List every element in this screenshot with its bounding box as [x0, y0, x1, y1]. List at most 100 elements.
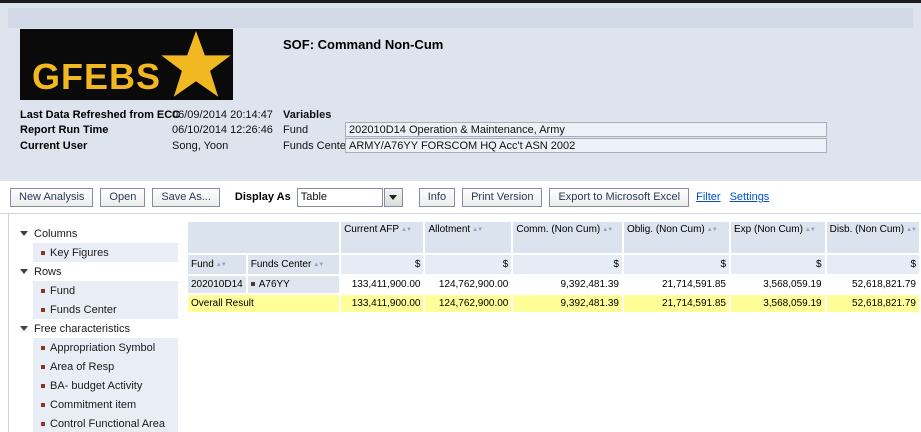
column-header-allotment[interactable]: Allotment ▲▼: [425, 222, 512, 253]
value-cell: 9,392,481.39: [513, 276, 622, 293]
info-value-last-refresh: 06/09/2014 20:14:47: [172, 109, 273, 121]
value-cell: 133,411,900.00: [341, 276, 424, 293]
sidebar-item-commitment-item[interactable]: Commitment item: [33, 395, 178, 414]
report-header: GFEBS SOF: Command Non-Cum Last Data Ref…: [0, 3, 921, 181]
column-header-current-afp[interactable]: Current AFP ▲▼: [341, 222, 424, 253]
bullet-icon: [41, 402, 45, 407]
column-header-funds-center[interactable]: Funds Center ▲▼: [247, 255, 340, 274]
sidebar-item-key-figures[interactable]: Key Figures: [33, 243, 178, 262]
overall-result-row: Overall Result 133,411,900.00 124,762,90…: [188, 295, 919, 312]
settings-link[interactable]: Settings: [730, 191, 770, 203]
table-row: 202010D14 A76YY 133,411,900.00 124,762,9…: [188, 276, 919, 293]
info-label-run-time: Report Run Time: [20, 124, 109, 136]
sidebar-item-funds-center[interactable]: Funds Center: [33, 300, 178, 319]
gfebs-logo: GFEBS: [20, 29, 233, 100]
info-label-current-user: Current User: [20, 140, 88, 152]
unit-cell: $: [623, 255, 729, 274]
chevron-down-icon: [389, 194, 398, 200]
toolbar: New Analysis Open Save As... Display As …: [0, 181, 921, 214]
fund-label: Fund: [283, 124, 309, 136]
sort-icon[interactable]: ▲▼: [472, 227, 483, 233]
sidebar-item-ba-budget-activity[interactable]: BA- budget Activity: [33, 376, 178, 395]
funds-center-cell: A76YY: [247, 276, 340, 293]
gfebs-report-screen: GFEBS SOF: Command Non-Cum Last Data Ref…: [0, 0, 921, 432]
sort-icon[interactable]: ▲▼: [906, 227, 917, 233]
sidebar-item-control-functional-area[interactable]: Control Functional Area: [33, 414, 178, 432]
sidebar-item-fund[interactable]: Fund: [33, 281, 178, 300]
value-cell: 9,392,481.39: [513, 295, 622, 312]
bullet-icon: [41, 421, 45, 426]
value-cell: 21,714,591.85: [623, 276, 729, 293]
unit-cell: $: [425, 255, 512, 274]
new-analysis-button[interactable]: New Analysis: [10, 187, 94, 207]
bullet-icon: [41, 288, 45, 293]
info-label-last-refresh: Last Data Refreshed from ECC: [20, 109, 181, 121]
table-header-row: Current AFP ▲▼ Allotment ▲▼ Comm. (Non Cum…: [188, 222, 919, 253]
display-as-label: Display As: [234, 191, 291, 203]
sidebar-group-rows[interactable]: Rows: [9, 262, 180, 281]
overall-result-label: Overall Result: [188, 295, 340, 312]
value-cell: 52,618,821.79: [826, 276, 919, 293]
unit-cell: $: [513, 255, 622, 274]
sort-icon[interactable]: ▲▼: [707, 227, 718, 233]
open-button[interactable]: Open: [100, 187, 146, 207]
unit-cell: $: [826, 255, 919, 274]
collapse-triangle-icon: [20, 269, 28, 274]
collapse-triangle-icon: [20, 231, 28, 236]
collapse-triangle-icon: [20, 326, 28, 331]
bullet-icon: [41, 307, 45, 312]
info-button[interactable]: Info: [418, 187, 456, 207]
star-icon: [161, 31, 231, 97]
value-cell: 3,568,059.19: [731, 295, 825, 312]
value-cell: 124,762,900.00: [425, 295, 512, 312]
bullet-icon: [41, 383, 45, 388]
header-band: [8, 8, 913, 28]
sidebar-group-free-characteristics[interactable]: Free characteristics: [9, 319, 180, 338]
sort-icon[interactable]: ▲▼: [216, 262, 227, 268]
fund-cell: 202010D14: [188, 276, 246, 293]
column-header-oblig-non-cum[interactable]: Oblig. (Non Cum) ▲▼: [623, 222, 729, 253]
unit-cell: $: [731, 255, 825, 274]
unit-cell: $: [341, 255, 424, 274]
funds-center-input[interactable]: [345, 138, 827, 153]
sort-icon[interactable]: ▲▼: [602, 227, 613, 233]
column-header-fund[interactable]: Fund ▲▼: [188, 255, 246, 274]
row-header-blank-cell: [188, 222, 340, 253]
save-as-button[interactable]: Save As...: [152, 187, 220, 207]
display-as-select[interactable]: Table: [296, 187, 403, 207]
bullet-icon: [41, 250, 45, 255]
bullet-icon: [250, 282, 255, 286]
sort-icon[interactable]: ▲▼: [401, 227, 412, 233]
info-value-current-user: Song, Yoon: [172, 140, 229, 152]
print-version-button[interactable]: Print Version: [462, 187, 543, 207]
value-cell: 133,411,900.00: [341, 295, 424, 312]
value-cell: 21,714,591.85: [623, 295, 729, 312]
sidebar-item-appropriation-symbol[interactable]: Appropriation Symbol: [33, 338, 178, 357]
value-cell: 124,762,900.00: [425, 276, 512, 293]
variables-heading: Variables: [283, 109, 332, 121]
gfebs-logo-text: GFEBS: [32, 56, 162, 97]
fund-input[interactable]: [345, 122, 827, 137]
display-as-selected-value[interactable]: Table: [296, 187, 383, 207]
export-excel-button[interactable]: Export to Microsoft Excel: [549, 187, 690, 207]
column-header-disb-non-cum[interactable]: Disb. (Non Cum) ▲▼: [826, 222, 919, 253]
bullet-icon: [41, 345, 45, 350]
info-value-run-time: 06/10/2014 12:26:46: [172, 124, 273, 136]
sidebar-item-area-of-resp[interactable]: Area of Resp: [33, 357, 178, 376]
column-header-exp-non-cum[interactable]: Exp (Non Cum) ▲▼: [731, 222, 825, 253]
results-table: Current AFP ▲▼ Allotment ▲▼ Comm. (Non Cum…: [186, 220, 921, 314]
display-as-dropdown-button[interactable]: [383, 187, 403, 207]
value-cell: 52,618,821.79: [826, 295, 919, 312]
content-area: Columns Key Figures Rows Fund Funds Cent…: [0, 214, 921, 432]
sort-icon[interactable]: ▲▼: [805, 227, 816, 233]
page-title: SOF: Command Non-Cum: [283, 37, 444, 52]
sort-icon[interactable]: ▲▼: [313, 262, 324, 268]
funds-center-label: Funds Center: [283, 140, 350, 152]
table-unit-row: Fund ▲▼ Funds Center ▲▼ $ $ $ $ $ $: [188, 255, 919, 274]
sidebar-group-columns[interactable]: Columns: [9, 224, 180, 243]
bullet-icon: [41, 364, 45, 369]
value-cell: 3,568,059.19: [731, 276, 825, 293]
filter-link[interactable]: Filter: [696, 191, 720, 203]
column-header-comm-non-cum[interactable]: Comm. (Non Cum) ▲▼: [513, 222, 622, 253]
navigation-panel: Columns Key Figures Rows Fund Funds Cent…: [9, 224, 180, 432]
